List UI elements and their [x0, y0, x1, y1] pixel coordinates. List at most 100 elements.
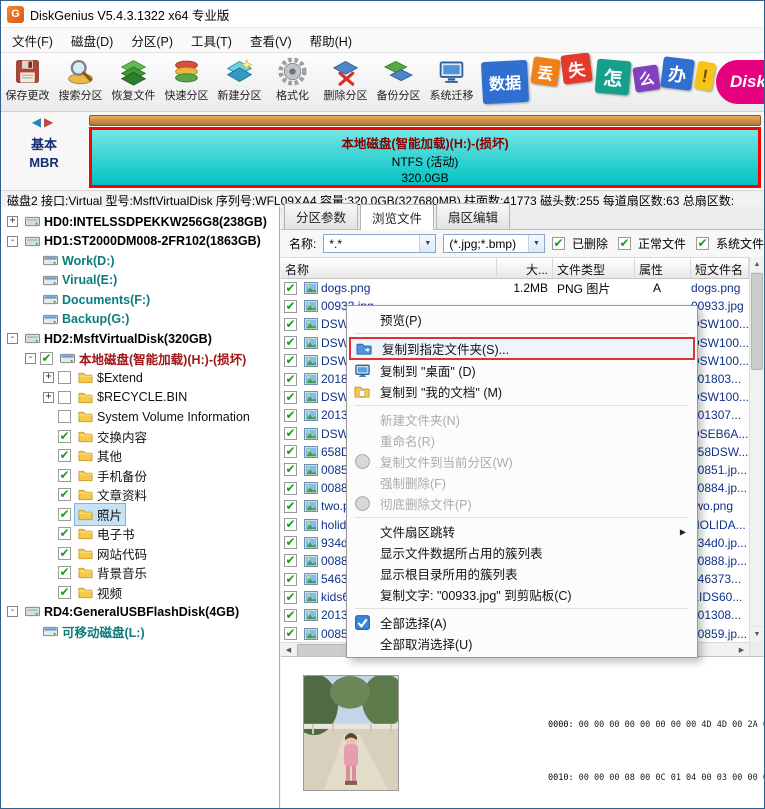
tree-checkbox[interactable] — [58, 547, 71, 560]
tree-item[interactable]: Virual(E:) — [1, 271, 279, 291]
file-checkbox[interactable] — [284, 445, 297, 458]
column-header[interactable]: 文件类型 — [553, 258, 635, 278]
tree-checkbox[interactable] — [58, 488, 71, 501]
toolbar-button[interactable]: 保存更改 — [1, 53, 54, 111]
column-header[interactable]: 大... — [497, 258, 553, 278]
tree-item[interactable]: 背景音乐 — [1, 563, 279, 583]
tree-checkbox[interactable] — [58, 391, 71, 404]
disk-capacity-strip[interactable] — [89, 115, 761, 126]
tree-item[interactable]: 文章资料 — [1, 485, 279, 505]
file-checkbox[interactable] — [284, 463, 297, 476]
tree-item[interactable]: System Volume Information — [1, 407, 279, 427]
file-checkbox[interactable] — [284, 482, 297, 495]
tab-item[interactable]: 浏览文件 — [360, 204, 434, 230]
tree-item[interactable]: 交换内容 — [1, 427, 279, 447]
context-menu-item[interactable]: 复制文件到当前分区(W) — [349, 451, 695, 472]
menubar-item[interactable]: 磁盘(D) — [62, 28, 122, 53]
file-checkbox[interactable] — [284, 409, 297, 422]
tree-item[interactable]: 其他 — [1, 446, 279, 466]
file-checkbox[interactable] — [284, 518, 297, 531]
menubar-item[interactable]: 帮助(H) — [301, 28, 361, 53]
tree-checkbox[interactable] — [58, 508, 71, 521]
column-header[interactable]: 短文件名 — [691, 258, 749, 278]
file-checkbox[interactable] — [284, 354, 297, 367]
filter-flag[interactable]: 正常文件 — [618, 235, 686, 252]
tree-expander-icon[interactable] — [43, 372, 54, 383]
tree-item[interactable]: $RECYCLE.BIN — [1, 388, 279, 408]
toolbar-button[interactable]: 快速分区 — [160, 53, 213, 111]
filter-checkbox[interactable] — [552, 237, 565, 250]
tree-item[interactable]: 本地磁盘(智能加载)(H:)-(损坏) — [1, 349, 279, 369]
tree-item[interactable]: 可移动磁盘(L:) — [1, 622, 279, 642]
context-menu-item[interactable] — [349, 514, 695, 521]
tree-item[interactable]: 手机备份 — [1, 466, 279, 486]
tree-item[interactable]: 电子书 — [1, 524, 279, 544]
next-disk-arrow-icon[interactable]: ▶ — [44, 115, 56, 129]
tree-item[interactable]: RD4:GeneralUSBFlashDisk(4GB) — [1, 602, 279, 622]
tree-item[interactable]: HD2:MsftVirtualDisk(320GB) — [1, 329, 279, 349]
vertical-scrollbar[interactable] — [749, 257, 764, 642]
toolbar-button[interactable]: 删除分区 — [319, 53, 372, 111]
context-menu-item[interactable]: 文件扇区跳转 — [349, 521, 695, 542]
context-menu-item[interactable] — [349, 330, 695, 337]
column-header[interactable]: 属性 — [635, 258, 691, 278]
tree-item[interactable]: Work(D:) — [1, 251, 279, 271]
context-menu-item[interactable]: 全部取消选择(U) — [349, 633, 695, 654]
tree-checkbox[interactable] — [58, 527, 71, 540]
tree-expander-icon[interactable] — [7, 333, 18, 344]
filter-checkbox[interactable] — [696, 237, 709, 250]
scroll-left-icon[interactable] — [281, 643, 296, 656]
menubar-item[interactable]: 查看(V) — [241, 28, 301, 53]
scroll-right-icon[interactable] — [734, 643, 749, 656]
tree-checkbox[interactable] — [58, 410, 71, 423]
menubar-item[interactable]: 文件(F) — [3, 28, 62, 53]
tab-item[interactable]: 扇区编辑 — [436, 203, 510, 229]
file-checkbox[interactable] — [284, 336, 297, 349]
menubar-item[interactable]: 分区(P) — [122, 28, 182, 53]
tree-checkbox[interactable] — [40, 352, 53, 365]
context-menu-item[interactable]: 显示文件数据所占用的簇列表 — [349, 542, 695, 563]
tree-expander-icon[interactable] — [7, 606, 18, 617]
toolbar-button[interactable]: 备份分区 — [372, 53, 425, 111]
tree-expander-icon[interactable] — [7, 236, 18, 247]
file-checkbox[interactable] — [284, 318, 297, 331]
tree-item[interactable]: HD1:ST2000DM008-2FR102(1863GB) — [1, 232, 279, 252]
selected-partition-block[interactable]: 本地磁盘(智能加载)(H:)-(损坏) NTFS (活动) 320.0GB — [89, 127, 761, 188]
scroll-down-icon[interactable] — [750, 626, 764, 642]
tree-item[interactable]: HD0:INTELSSDPEKKW256G8(238GB) — [1, 212, 279, 232]
context-menu-item[interactable] — [349, 402, 695, 409]
hex-viewer[interactable]: 0000:00 00 00 00 00 00 00 00 4D 4D 00 2A… — [544, 657, 764, 808]
tree-checkbox[interactable] — [58, 469, 71, 482]
column-header[interactable]: 名称 — [281, 258, 497, 278]
tree-item[interactable]: 照片 — [1, 505, 279, 525]
context-menu-item[interactable]: 复制到 "桌面" (D) — [349, 360, 695, 381]
tree-checkbox[interactable] — [58, 449, 71, 462]
tree-checkbox[interactable] — [58, 430, 71, 443]
tree-item[interactable]: $Extend — [1, 368, 279, 388]
tab-item[interactable]: 分区参数 — [284, 203, 358, 229]
tree-checkbox[interactable] — [58, 371, 71, 384]
name-pattern-combobox[interactable]: *.* — [323, 234, 436, 253]
file-row[interactable]: dogs.png 1.2MB PNG 图片 A dogs.png — [281, 279, 749, 297]
toolbar-button[interactable]: 恢复文件 — [107, 53, 160, 111]
tree-item[interactable]: Backup(G:) — [1, 310, 279, 330]
file-checkbox[interactable] — [284, 500, 297, 513]
context-menu-item[interactable] — [349, 605, 695, 612]
tree-checkbox[interactable] — [58, 566, 71, 579]
context-menu-item[interactable]: 显示根目录所用的簇列表 — [349, 563, 695, 584]
file-checkbox[interactable] — [284, 627, 297, 640]
tree-item[interactable]: Documents(F:) — [1, 290, 279, 310]
file-checkbox[interactable] — [284, 591, 297, 604]
file-checkbox[interactable] — [284, 554, 297, 567]
context-menu-item[interactable]: 重命名(R) — [349, 430, 695, 451]
prev-disk-arrow-icon[interactable]: ◀ — [32, 115, 44, 129]
tree-expander-icon[interactable] — [25, 353, 36, 364]
dropdown-arrow-icon[interactable] — [419, 235, 435, 252]
context-menu-item[interactable]: 全部选择(A) — [349, 612, 695, 633]
file-checkbox[interactable] — [284, 391, 297, 404]
dropdown-arrow-icon[interactable] — [528, 235, 544, 252]
filter-checkbox[interactable] — [618, 237, 631, 250]
tree-item[interactable]: 视频 — [1, 583, 279, 603]
context-menu-item[interactable]: 强制删除(F) — [349, 472, 695, 493]
toolbar-button[interactable]: 格式化 — [266, 53, 319, 111]
